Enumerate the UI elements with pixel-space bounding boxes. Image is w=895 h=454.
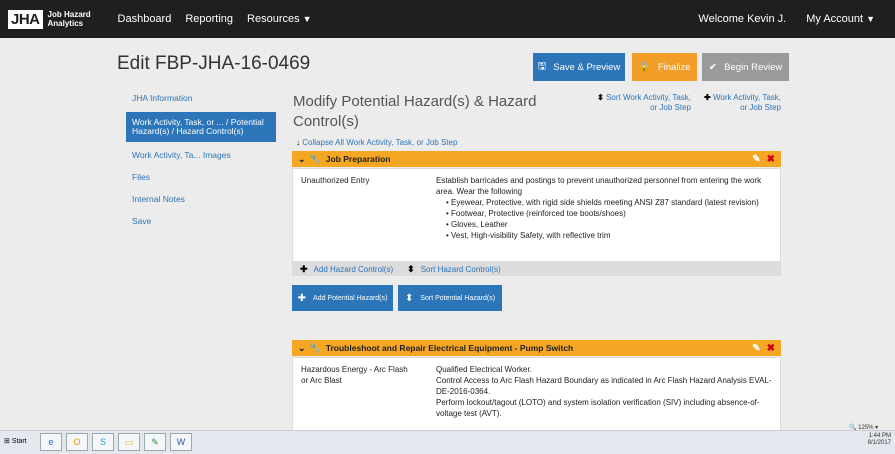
hazard-control[interactable]: Establish barricades and postings to pre…: [436, 175, 772, 241]
control-bullet: • Gloves, Leather: [446, 220, 508, 229]
sidebar-item-files[interactable]: Files: [126, 169, 276, 186]
outlook-icon[interactable]: O: [66, 433, 88, 451]
control-intro: Establish barricades and postings to pre…: [436, 176, 762, 196]
caret-down-icon: ▼: [866, 14, 875, 24]
word-icon[interactable]: W: [170, 433, 192, 451]
sort-icon: ⬍: [597, 93, 604, 102]
ie-icon[interactable]: e: [40, 433, 62, 451]
page-title: Edit FBP-JHA-16-0469: [117, 53, 311, 74]
caret-down-icon: ▼: [302, 14, 312, 24]
logo-text: Job Hazard Analytics: [47, 10, 91, 28]
collapse-all-link[interactable]: ↓ Collapse All Work Activity, Task, or J…: [296, 138, 457, 147]
start-label: Start: [11, 438, 27, 445]
my-account-menu[interactable]: My Account ▼: [806, 13, 875, 25]
hazard-name: Hazardous Energy - Arc Flash or Arc Blas…: [301, 365, 408, 385]
sort-work-activity-label: Sort Work Activity, Task, or Job Step: [606, 93, 691, 112]
welcome-text: Welcome Kevin J.: [698, 13, 787, 25]
plus-icon: ✚: [297, 292, 307, 304]
clock-date: 8/1/2017: [867, 440, 891, 446]
sort-potential-hazard-label: Sort Potential Hazard(s): [420, 294, 496, 302]
edit-icon[interactable]: ✎: [752, 343, 760, 354]
nav-resources[interactable]: Resources ▼: [247, 13, 312, 25]
sort-work-activity-link[interactable]: ⬍ Sort Work Activity, Task, or Job Step: [595, 93, 691, 113]
wrench-icon: 🔧: [309, 342, 321, 353]
work-activity-title: Troubleshoot and Repair Electrical Equip…: [325, 343, 574, 353]
hazard-table: Hazardous Energy - Arc Flash or Arc Blas…: [292, 357, 781, 430]
sort-potential-hazard-button[interactable]: ⬍ Sort Potential Hazard(s): [398, 285, 502, 311]
add-work-activity-link[interactable]: ✚ Work Activity, Task, or Job Step: [703, 93, 781, 113]
arrow-down-icon: ↓: [296, 138, 300, 147]
folder-icon[interactable]: ▭: [118, 433, 140, 451]
add-hazard-control-link[interactable]: ✚ Add Hazard Control(s): [300, 264, 393, 275]
clock-time: 1:44 PM: [868, 433, 891, 439]
control-bullet-text: Vest, High-visibility Safety, with refle…: [451, 231, 611, 240]
finalize-button[interactable]: 🔒 Finalize: [632, 53, 697, 81]
sort-hazard-control-label: Sort Hazard Control(s): [420, 264, 501, 274]
sidebar: JHA Information Work Activity, Task, or …: [126, 90, 276, 235]
hazard-control[interactable]: Qualified Electrical Worker. Control Acc…: [436, 364, 772, 419]
panel-footer: ✚ Add Hazard Control(s) ⬍ Sort Hazard Cont…: [292, 262, 781, 276]
panel-tools: ✎ ✖: [752, 154, 775, 165]
work-activity-title: Job Preparation: [325, 154, 391, 164]
plus-icon: ✚: [704, 93, 711, 102]
control-line: Control Access to Arc Flash Hazard Bound…: [436, 376, 772, 396]
nav-resources-label: Resources: [247, 13, 300, 25]
system-tray[interactable]: 1:44 PM 8/1/2017: [868, 433, 891, 447]
check-icon: ✔: [708, 61, 718, 73]
nav-dashboard[interactable]: Dashboard: [118, 13, 172, 25]
control-bullet-text: Eyewear, Protective, with rigid side shi…: [451, 198, 759, 207]
control-bullet: • Footwear, Protective (reinforced toe b…: [446, 209, 626, 218]
chevron-down-icon[interactable]: ⌄: [298, 343, 306, 354]
hazard-name: Unauthorized Entry: [301, 176, 370, 185]
delete-icon[interactable]: ✖: [767, 343, 775, 354]
work-activity-header[interactable]: ⌄ 🔧 Troubleshoot and Repair Electrical E…: [292, 340, 781, 356]
logo-mark: JHA: [8, 9, 43, 29]
control-line: Perform lockout/tagout (LOTO) and system…: [436, 398, 760, 418]
nav-right: Welcome Kevin J. My Account ▼: [698, 13, 895, 25]
sort-icon: ⬍: [404, 292, 414, 304]
start-button[interactable]: ⊞ Start: [4, 437, 27, 445]
control-line: Qualified Electrical Worker.: [436, 365, 532, 374]
add-work-activity-label: Work Activity, Task, or Job Step: [712, 93, 781, 112]
save-preview-label: Save & Preview: [553, 61, 621, 73]
control-bullet: • Eyewear, Protective, with rigid side s…: [446, 198, 759, 207]
nav-reporting[interactable]: Reporting: [185, 13, 233, 25]
begin-review-button[interactable]: ✔ Begin Review: [702, 53, 789, 81]
begin-review-label: Begin Review: [724, 61, 783, 73]
delete-icon[interactable]: ✖: [767, 154, 775, 165]
work-activity-header[interactable]: ⌄ 🔧 Job Preparation ✎ ✖: [292, 151, 781, 167]
sort-hazard-control-link[interactable]: ⬍ Sort Hazard Control(s): [407, 264, 501, 275]
section-title: Modify Potential Hazard(s) & Hazard Cont…: [293, 93, 537, 130]
sidebar-item-jha-information[interactable]: JHA Information: [126, 90, 276, 107]
plus-icon: ✚: [300, 263, 308, 274]
paint-icon[interactable]: ✎: [144, 433, 166, 451]
save-preview-button[interactable]: 🖫 Save & Preview: [533, 53, 625, 81]
sidebar-item-save[interactable]: Save: [126, 213, 276, 230]
sidebar-item-hazards[interactable]: Work Activity, Task, or ... / Potential …: [126, 112, 276, 142]
lock-icon: 🔒: [638, 61, 651, 73]
app-logo[interactable]: JHA Job Hazard Analytics: [8, 9, 96, 29]
panel-tools: ✎ ✖: [752, 343, 775, 354]
add-hazard-control-label: Add Hazard Control(s): [313, 264, 394, 274]
skype-icon[interactable]: S: [92, 433, 114, 451]
add-potential-hazard-label: Add Potential Hazard(s): [313, 294, 388, 302]
edit-icon[interactable]: ✎: [752, 154, 760, 165]
my-account-label: My Account: [806, 13, 864, 25]
finalize-label: Finalize: [657, 61, 691, 73]
os-taskbar: ⊞ Start e O S ▭ ✎ W 1:44 PM 8/1/2017: [0, 430, 895, 454]
hazard-table: Unauthorized Entry Establish barricades …: [292, 168, 781, 262]
sidebar-item-internal-notes[interactable]: Internal Notes: [126, 191, 276, 208]
chevron-down-icon[interactable]: ⌄: [298, 154, 306, 165]
wrench-icon: 🔧: [309, 153, 321, 164]
save-icon: 🖫: [537, 60, 547, 72]
sort-icon: ⬍: [407, 263, 415, 274]
control-bullet: • Vest, High-visibility Safety, with ref…: [446, 231, 611, 240]
control-bullet-text: Footwear, Protective (reinforced toe boo…: [451, 209, 626, 218]
collapse-all-label: Collapse All Work Activity, Task, or Job…: [302, 138, 458, 147]
add-potential-hazard-button[interactable]: ✚ Add Potential Hazard(s): [292, 285, 393, 311]
sidebar-item-images[interactable]: Work Activity, Ta... Images: [126, 147, 276, 164]
control-bullet-text: Gloves, Leather: [451, 220, 508, 229]
top-nav: JHA Job Hazard Analytics Dashboard Repor…: [0, 0, 895, 38]
